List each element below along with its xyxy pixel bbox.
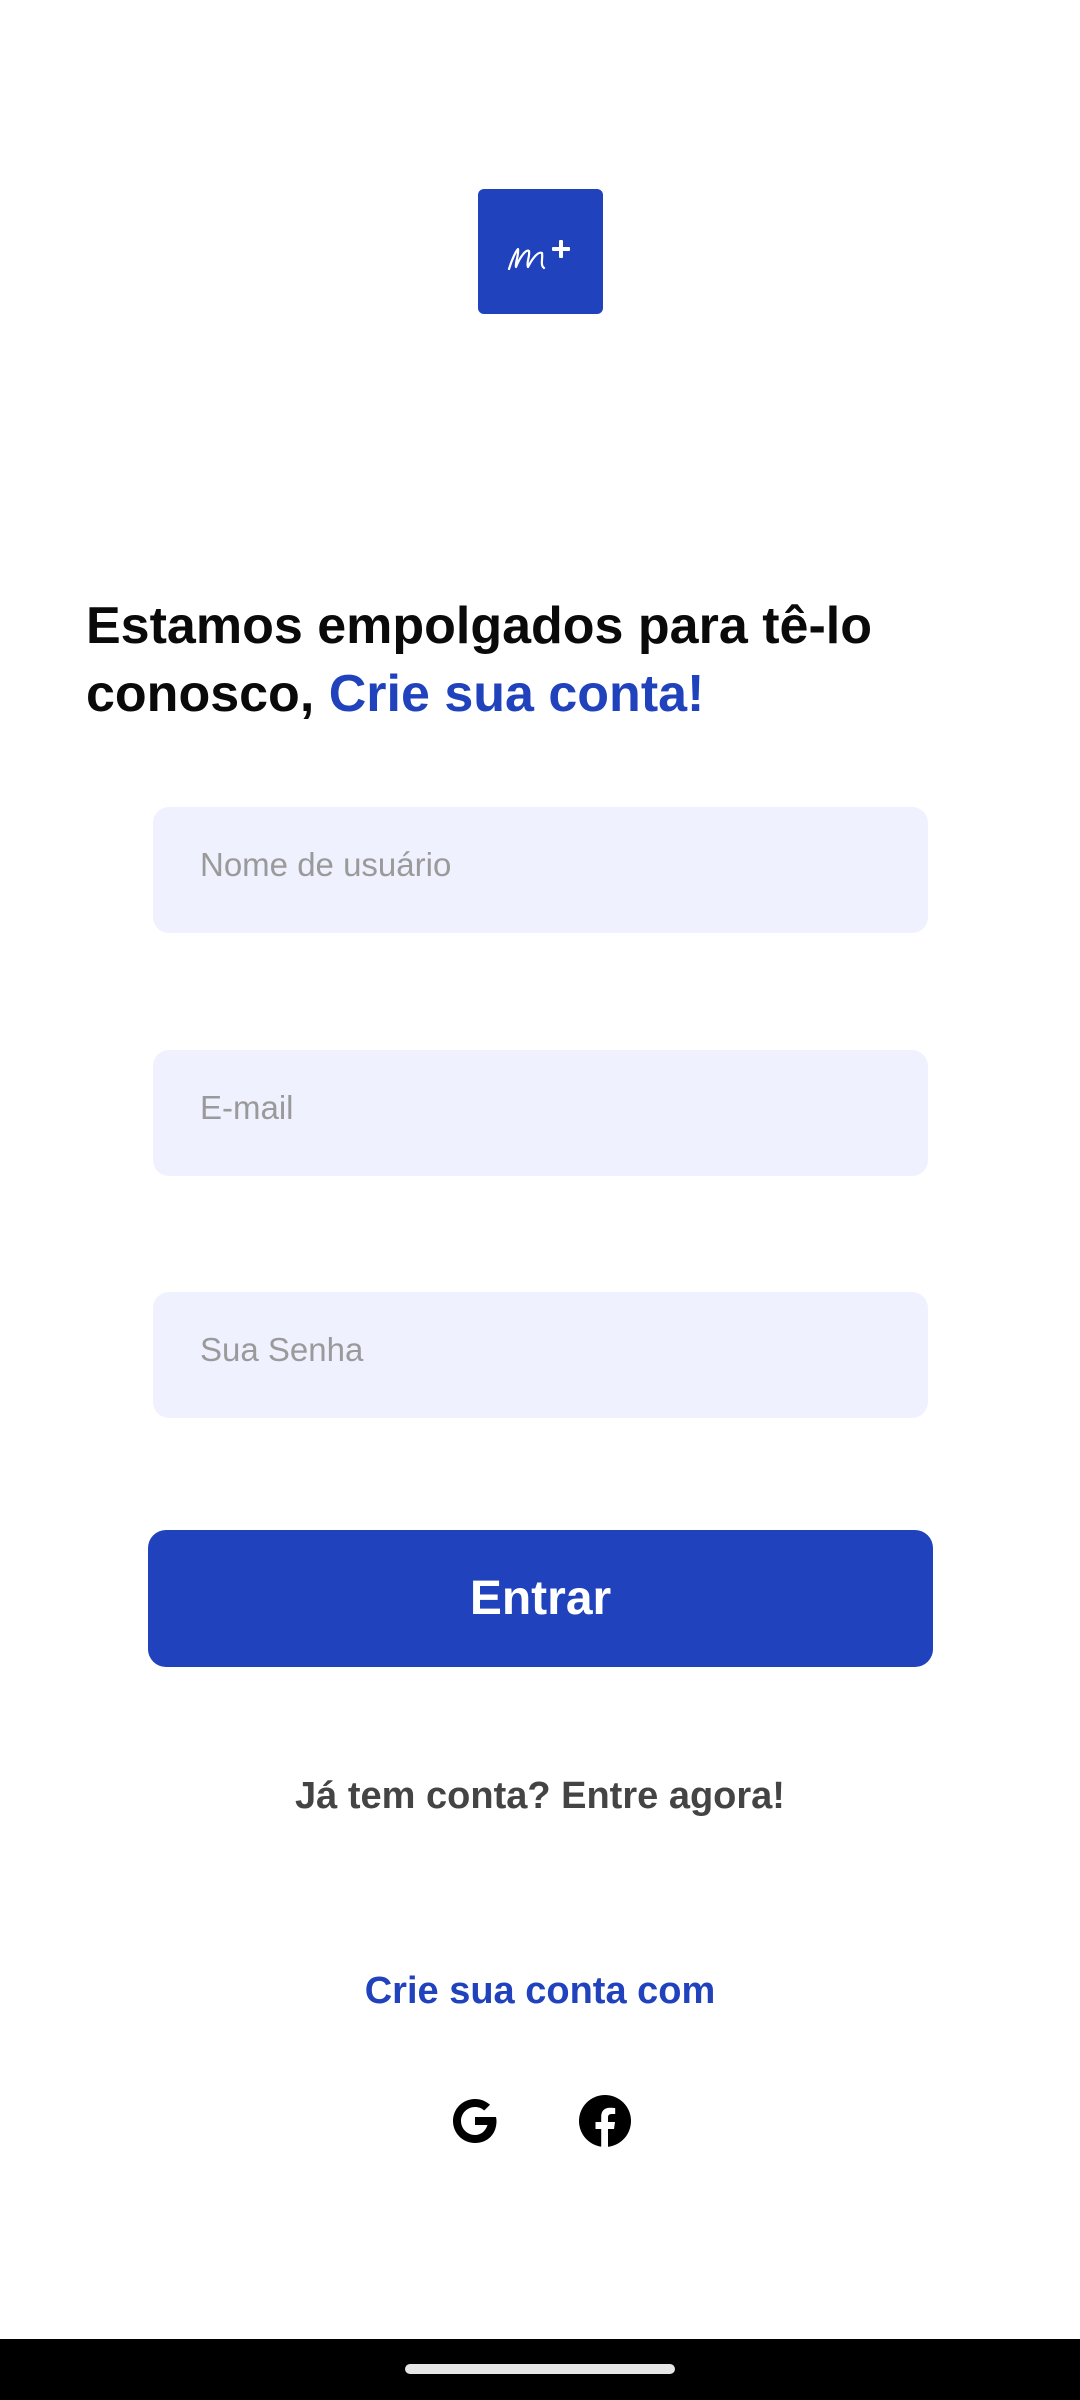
home-indicator[interactable]	[405, 2364, 675, 2374]
username-field[interactable]	[153, 807, 928, 933]
google-login-button[interactable]	[447, 2093, 503, 2149]
login-link[interactable]: Já tem conta? Entre agora!	[0, 1775, 1080, 1818]
system-navigation-bar	[0, 2339, 1080, 2400]
headline-line1: Estamos empolgados para tê-lo	[86, 597, 872, 655]
social-login-row	[0, 2093, 1080, 2149]
username-input[interactable]	[200, 807, 928, 933]
social-signup-title: Crie sua conta com	[364, 1970, 716, 2012]
submit-button-label: Entrar	[469, 1572, 612, 1625]
password-field[interactable]	[153, 1292, 928, 1418]
email-input[interactable]	[200, 1050, 928, 1176]
app-logo	[478, 189, 603, 314]
password-input[interactable]	[200, 1292, 928, 1418]
headline-accent: Crie sua conta!	[328, 665, 705, 723]
facebook-icon	[579, 2095, 631, 2147]
headline-line2-prefix: conosco,	[86, 665, 329, 723]
email-field[interactable]	[153, 1050, 928, 1176]
google-icon	[453, 2099, 497, 2143]
page-title: Estamos empolgados para tê-lo conosco, C…	[86, 592, 1006, 728]
signup-screen: Estamos empolgados para tê-lo conosco, C…	[0, 0, 1080, 2400]
facebook-login-button[interactable]	[577, 2093, 633, 2149]
submit-button[interactable]: Entrar	[148, 1530, 933, 1667]
m-plus-logo-icon	[507, 240, 570, 271]
